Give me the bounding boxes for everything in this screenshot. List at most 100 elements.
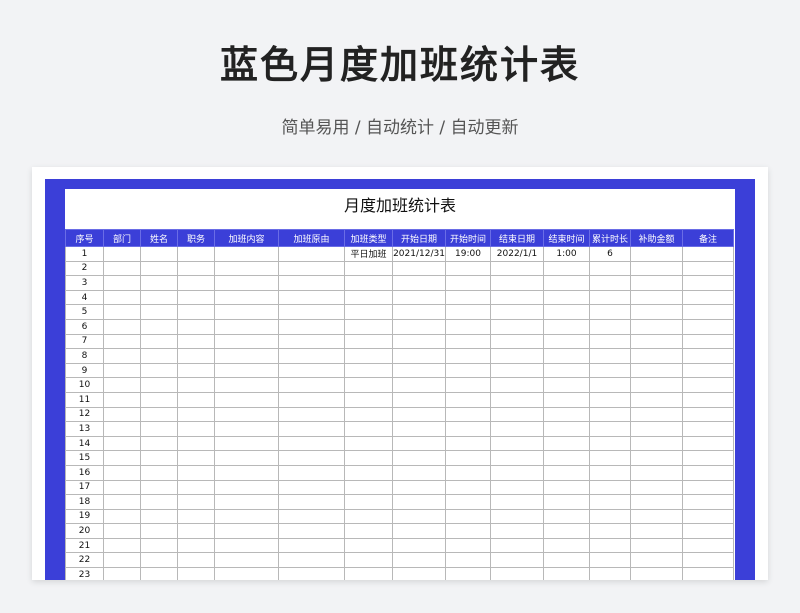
table-cell[interactable] (589, 552, 631, 569)
table-cell[interactable] (543, 552, 590, 569)
table-cell[interactable] (278, 275, 345, 291)
table-cell[interactable] (103, 450, 141, 466)
table-cell[interactable]: 11 (65, 391, 104, 408)
table-cell[interactable] (682, 246, 734, 262)
table-cell[interactable]: 7 (65, 333, 104, 350)
table-cell[interactable] (445, 435, 491, 452)
table-cell[interactable]: 17 (65, 479, 104, 496)
table-cell[interactable] (344, 406, 393, 423)
table-cell[interactable] (392, 464, 446, 481)
table-cell[interactable] (103, 362, 141, 379)
table-cell[interactable] (589, 362, 631, 379)
table-cell[interactable] (543, 450, 590, 466)
table-cell[interactable] (278, 537, 345, 554)
table-cell[interactable] (630, 318, 683, 335)
table-cell[interactable] (278, 289, 345, 306)
table-cell[interactable] (278, 523, 345, 539)
table-cell[interactable] (177, 523, 215, 539)
table-cell[interactable] (589, 377, 631, 393)
table-cell[interactable] (177, 318, 215, 335)
table-cell[interactable] (177, 508, 215, 525)
table-cell[interactable] (214, 304, 279, 320)
table-cell[interactable] (344, 435, 393, 452)
table-cell[interactable] (140, 537, 178, 554)
table-cell[interactable] (392, 275, 446, 291)
table-cell[interactable] (630, 421, 683, 437)
table-cell[interactable]: 2021/12/31 (392, 246, 446, 262)
table-cell[interactable] (140, 421, 178, 437)
table-cell[interactable]: 18 (65, 494, 104, 510)
table-cell[interactable] (490, 406, 544, 423)
table-cell[interactable] (278, 260, 345, 277)
table-cell[interactable] (278, 318, 345, 335)
table-cell[interactable] (543, 464, 590, 481)
table-cell[interactable] (490, 494, 544, 510)
table-cell[interactable]: 10 (65, 377, 104, 393)
table-cell[interactable] (392, 552, 446, 569)
table-cell[interactable] (490, 304, 544, 320)
table-cell[interactable] (589, 318, 631, 335)
table-cell[interactable] (630, 377, 683, 393)
table-cell[interactable] (543, 348, 590, 364)
table-cell[interactable] (392, 421, 446, 437)
table-cell[interactable]: 21 (65, 537, 104, 554)
table-cell[interactable] (177, 421, 215, 437)
table-cell[interactable] (445, 552, 491, 569)
table-cell[interactable] (214, 362, 279, 379)
table-cell[interactable] (177, 246, 215, 262)
table-cell[interactable] (103, 523, 141, 539)
table-cell[interactable] (589, 464, 631, 481)
table-cell[interactable] (392, 450, 446, 466)
table-cell[interactable] (490, 552, 544, 569)
table-cell[interactable] (445, 275, 491, 291)
table-cell[interactable] (177, 304, 215, 320)
table-cell[interactable] (103, 421, 141, 437)
table-cell[interactable] (214, 246, 279, 262)
table-cell[interactable] (344, 552, 393, 569)
table-cell[interactable] (543, 567, 590, 580)
table-cell[interactable] (103, 435, 141, 452)
table-cell[interactable] (392, 479, 446, 496)
table-cell[interactable] (344, 260, 393, 277)
table-cell[interactable] (445, 377, 491, 393)
table-cell[interactable] (344, 523, 393, 539)
table-cell[interactable] (490, 508, 544, 525)
table-cell[interactable] (214, 318, 279, 335)
table-cell[interactable]: 15 (65, 450, 104, 466)
table-cell[interactable] (543, 362, 590, 379)
table-cell[interactable] (682, 464, 734, 481)
table-cell[interactable] (214, 494, 279, 510)
table-cell[interactable] (278, 391, 345, 408)
table-cell[interactable] (445, 333, 491, 350)
table-cell[interactable] (630, 494, 683, 510)
table-cell[interactable] (630, 391, 683, 408)
table-cell[interactable] (445, 450, 491, 466)
table-cell[interactable] (214, 464, 279, 481)
table-cell[interactable] (630, 450, 683, 466)
table-cell[interactable] (392, 318, 446, 335)
table-cell[interactable] (630, 246, 683, 262)
table-cell[interactable] (445, 508, 491, 525)
table-cell[interactable] (344, 377, 393, 393)
table-cell[interactable] (630, 567, 683, 580)
table-cell[interactable] (682, 275, 734, 291)
table-cell[interactable] (630, 406, 683, 423)
table-cell[interactable] (278, 494, 345, 510)
table-cell[interactable] (140, 304, 178, 320)
table-cell[interactable]: 4 (65, 289, 104, 306)
table-cell[interactable] (103, 567, 141, 580)
table-cell[interactable] (392, 260, 446, 277)
table-cell[interactable] (214, 377, 279, 393)
table-cell[interactable] (682, 260, 734, 277)
table-cell[interactable] (140, 494, 178, 510)
table-cell[interactable] (214, 275, 279, 291)
table-cell[interactable] (103, 318, 141, 335)
table-cell[interactable] (278, 479, 345, 496)
table-cell[interactable] (490, 289, 544, 306)
table-cell[interactable] (490, 537, 544, 554)
table-cell[interactable] (490, 421, 544, 437)
table-cell[interactable] (103, 275, 141, 291)
table-cell[interactable] (682, 333, 734, 350)
table-cell[interactable]: 1 (65, 246, 104, 262)
table-cell[interactable] (278, 348, 345, 364)
